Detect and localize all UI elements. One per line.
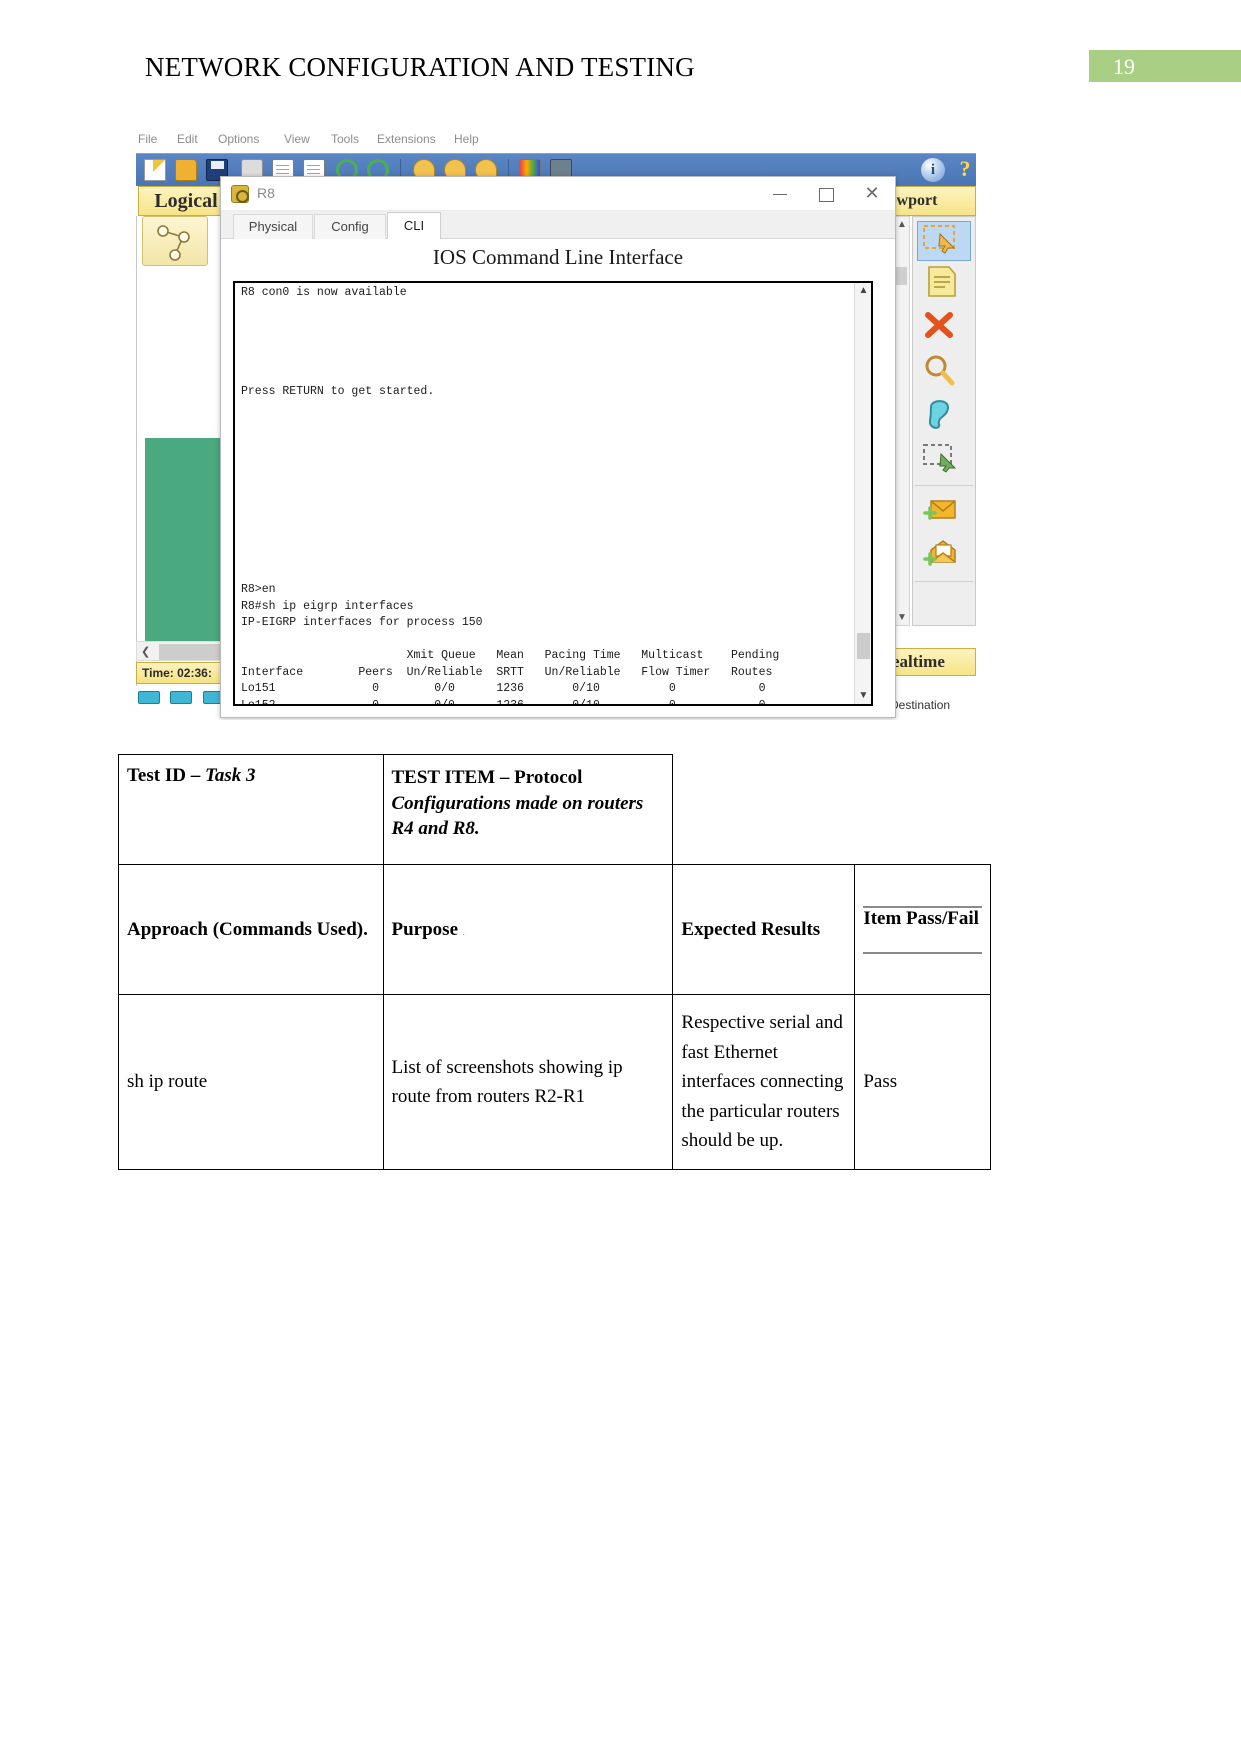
menu-item-edit[interactable]: Edit [177, 132, 198, 146]
x-close-icon [925, 312, 953, 338]
test-id-label: Test ID – [127, 765, 205, 786]
realtime-mode-tab[interactable]: ealtime [888, 648, 976, 676]
scroll-down-arrow-icon[interactable]: ▼ [897, 612, 907, 623]
select-tool-icon[interactable] [917, 221, 971, 261]
palette-divider-1 [915, 485, 973, 486]
cell-passfail-value: Pass [854, 994, 991, 1170]
workspace-horizontal-scrollbar[interactable]: ❮ [136, 641, 231, 661]
cell-header-approach: Approach (Commands Used). [118, 864, 384, 995]
cli-terminal-text: R8 con0 is now available Press RETURN to… [241, 286, 780, 706]
envelope-plus-icon [923, 500, 956, 520]
packet-tracer-screenshot: File Edit Options View Tools Extensions … [128, 128, 976, 720]
tool-palette [912, 216, 976, 626]
note-icon [928, 266, 956, 297]
dialog-tabstrip: Physical Config CLI [221, 211, 895, 239]
simulation-time-status: Time: 02:36: [136, 662, 232, 684]
new-file-icon[interactable] [144, 159, 166, 181]
place-note-icon[interactable] [917, 265, 971, 305]
palette-divider-2 [915, 581, 973, 582]
terminal-scroll-up-icon[interactable]: ▲ [855, 283, 871, 299]
network-graph-icon [157, 225, 190, 261]
add-complex-pdu-icon[interactable] [917, 537, 971, 577]
menu-item-extensions[interactable]: Extensions [377, 132, 436, 146]
palette-scrollbar-thumb[interactable] [895, 267, 907, 285]
envelope-open-plus-icon [923, 540, 956, 566]
terminal-scrollbar[interactable]: ▲ ▼ [854, 283, 871, 704]
router-r8-dialog[interactable]: R8 ✕ Physical Config CLI IOS Command Lin… [220, 176, 896, 718]
cell-header-expected: Expected Results [672, 864, 856, 995]
menu-item-view[interactable]: View [284, 132, 310, 146]
table-row-test-id: Test ID – Task 3 TEST ITEM – Protocol Co… [118, 754, 991, 865]
page-title: NETWORK CONFIGURATION AND TESTING [145, 52, 695, 82]
test-item-value: Configurations made on routers R4 and R8… [391, 792, 644, 840]
cell-header-purpose: Purpose . [382, 864, 674, 995]
cell-expected-value: Respective serial and fast Ethernet inte… [672, 994, 856, 1170]
device-palette-icons[interactable] [138, 691, 231, 709]
inspect-icon[interactable] [917, 353, 971, 393]
maximize-button[interactable] [803, 177, 849, 210]
cell-purpose-value: List of screenshots showing ip route fro… [382, 994, 674, 1170]
info-icon[interactable]: i [921, 158, 945, 182]
cell-test-item: TEST ITEM – Protocol Configurations made… [382, 754, 674, 865]
menu-item-options[interactable]: Options [218, 132, 259, 146]
router-icon [231, 185, 249, 203]
draw-shape-icon[interactable] [917, 397, 971, 437]
test-id-value: Task 3 [204, 765, 256, 786]
cell-header-passfail: Item Pass/Fail [854, 864, 991, 995]
select-marquee-icon [923, 225, 956, 254]
table-row-data: sh ip route List of screenshots showing … [118, 994, 991, 1170]
menu-bar: File Edit Options View Tools Extensions … [128, 128, 976, 153]
menu-item-help[interactable]: Help [454, 132, 479, 146]
dialog-title-bar[interactable]: R8 ✕ [221, 177, 895, 211]
tab-cli[interactable]: CLI [387, 212, 441, 239]
destination-label: Destination [890, 698, 951, 712]
magnifier-icon [925, 355, 955, 386]
add-simple-pdu-icon[interactable] [917, 493, 971, 533]
blob-shape-icon [928, 400, 949, 429]
menu-item-tools[interactable]: Tools [331, 132, 359, 146]
terminal-scrollbar-thumb[interactable] [857, 633, 870, 659]
header-purpose: Purpose [391, 918, 459, 940]
terminal-scroll-down-icon[interactable]: ▼ [855, 688, 871, 704]
dialog-title: R8 [257, 185, 275, 201]
test-item-label: TEST ITEM – Protocol [391, 767, 583, 788]
page-header: NETWORK CONFIGURATION AND TESTING 19 [0, 0, 1241, 110]
cli-heading: IOS Command Line Interface [432, 245, 684, 269]
resize-marquee-icon [923, 444, 957, 473]
header-approach: Approach (Commands Used). [127, 918, 368, 940]
delete-icon[interactable] [917, 309, 971, 349]
tab-physical[interactable]: Physical [233, 214, 313, 239]
tab-config[interactable]: Config [314, 214, 386, 239]
cell-test-id: Test ID – Task 3 [118, 754, 384, 865]
switch-device-icon[interactable] [170, 691, 193, 704]
passfail-rule-bottom [863, 951, 982, 954]
cli-terminal[interactable]: R8 con0 is now available Press RETURN to… [233, 281, 873, 706]
open-folder-icon[interactable] [175, 159, 197, 181]
minimize-button[interactable] [757, 177, 803, 210]
router-device-icon[interactable] [138, 691, 160, 704]
help-icon[interactable]: ? [953, 158, 976, 182]
scroll-up-arrow-icon[interactable]: ▲ [897, 219, 907, 230]
test-case-table: Test ID – Task 3 TEST ITEM – Protocol Co… [118, 754, 991, 1170]
header-expected: Expected Results [681, 918, 821, 940]
cell-approach-value: sh ip route [118, 994, 384, 1170]
table-row-headers: Approach (Commands Used). Purpose . Expe… [118, 864, 991, 995]
resize-shape-icon[interactable] [917, 441, 971, 481]
page-number-badge: 19 [1089, 50, 1241, 82]
page-number: 19 [1113, 54, 1135, 79]
menu-item-file[interactable]: File [138, 132, 157, 146]
logical-topology-icon[interactable] [142, 216, 208, 266]
scroll-left-arrow-icon[interactable]: ❮ [141, 645, 150, 658]
header-passfail: Item Pass/Fail [863, 907, 979, 929]
header-purpose-dot: . [462, 927, 465, 937]
close-button[interactable]: ✕ [849, 177, 895, 210]
